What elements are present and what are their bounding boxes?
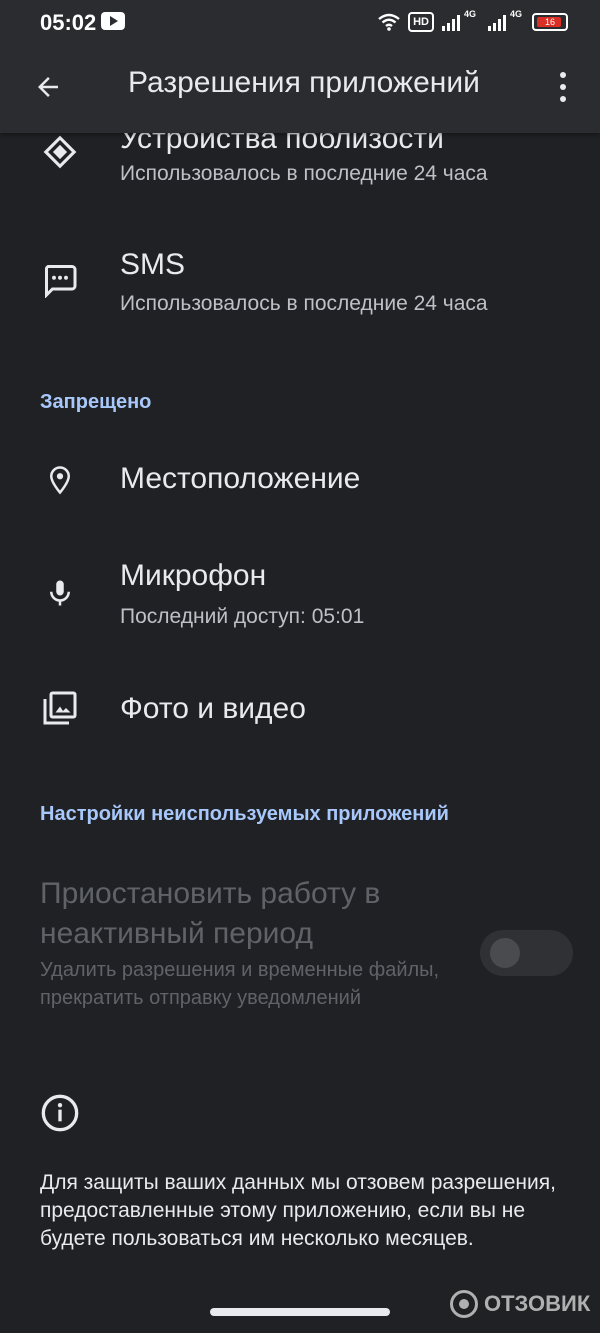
nearby-devices-icon (40, 132, 80, 172)
toggle-knob (490, 938, 520, 968)
watermark-text: ОТЗОВИК (484, 1291, 591, 1316)
permission-subtitle: Использовалось в последние 24 часа (120, 292, 488, 315)
page-title: Разрешения приложений (128, 66, 480, 99)
section-header-denied: Запрещено (40, 391, 152, 413)
location-icon (40, 460, 80, 500)
more-options-button[interactable] (548, 67, 578, 107)
signal-icon-2: 4G (488, 9, 522, 31)
network-type-label: 4G (464, 9, 477, 19)
arrow-back-icon (38, 77, 58, 97)
app-bar: 05:02 HD 4G 4G 16 Разрешения приложений (0, 0, 600, 133)
permission-subtitle: Использовалось в последние 24 часа (120, 162, 488, 185)
back-button[interactable] (28, 67, 68, 107)
pause-setting-title: Приостановить работу в неактивный период (40, 877, 381, 950)
pause-setting-description: Удалить разрешения и временные файлы, пр… (40, 959, 440, 1009)
watermark: ОТЗОВИК (450, 1290, 590, 1318)
permission-item-microphone[interactable]: Микрофон Последний доступ: 05:01 (0, 555, 600, 655)
permission-title: Микрофон (120, 559, 267, 592)
photos-icon (40, 688, 80, 728)
battery-level: 16 (544, 17, 555, 27)
status-time: 05:02 (40, 10, 97, 35)
info-icon (41, 1094, 79, 1132)
signal-icon: 4G (442, 9, 476, 31)
sms-icon (40, 260, 80, 300)
status-icons: HD 4G 4G 16 (378, 9, 568, 34)
battery-icon: 16 (532, 13, 568, 31)
microphone-icon (40, 573, 80, 613)
permission-item-location[interactable]: Местоположение (0, 440, 600, 524)
otzovik-logo-icon (450, 1290, 478, 1318)
permission-subtitle: Последний доступ: 05:01 (120, 605, 365, 628)
section-header-unused-apps: Настройки неиспользуемых приложений (40, 803, 449, 825)
info-text: Для защиты ваших данных мы отзовем разре… (40, 1171, 556, 1250)
hd-badge: HD (408, 12, 434, 32)
permission-item-photos[interactable]: Фото и видео (0, 670, 600, 754)
permission-title: SMS (120, 248, 186, 281)
youtube-notification-icon (101, 12, 125, 30)
pause-toggle[interactable] (480, 930, 573, 976)
more-vert-icon (560, 72, 566, 78)
network-type-label-2: 4G (510, 9, 523, 19)
permission-item-sms[interactable]: SMS Использовалось в последние 24 часа (0, 240, 600, 340)
wifi-icon (378, 13, 400, 31)
permission-title: Фото и видео (120, 692, 306, 725)
home-indicator[interactable] (210, 1308, 390, 1316)
permission-title: Местоположение (120, 462, 361, 495)
